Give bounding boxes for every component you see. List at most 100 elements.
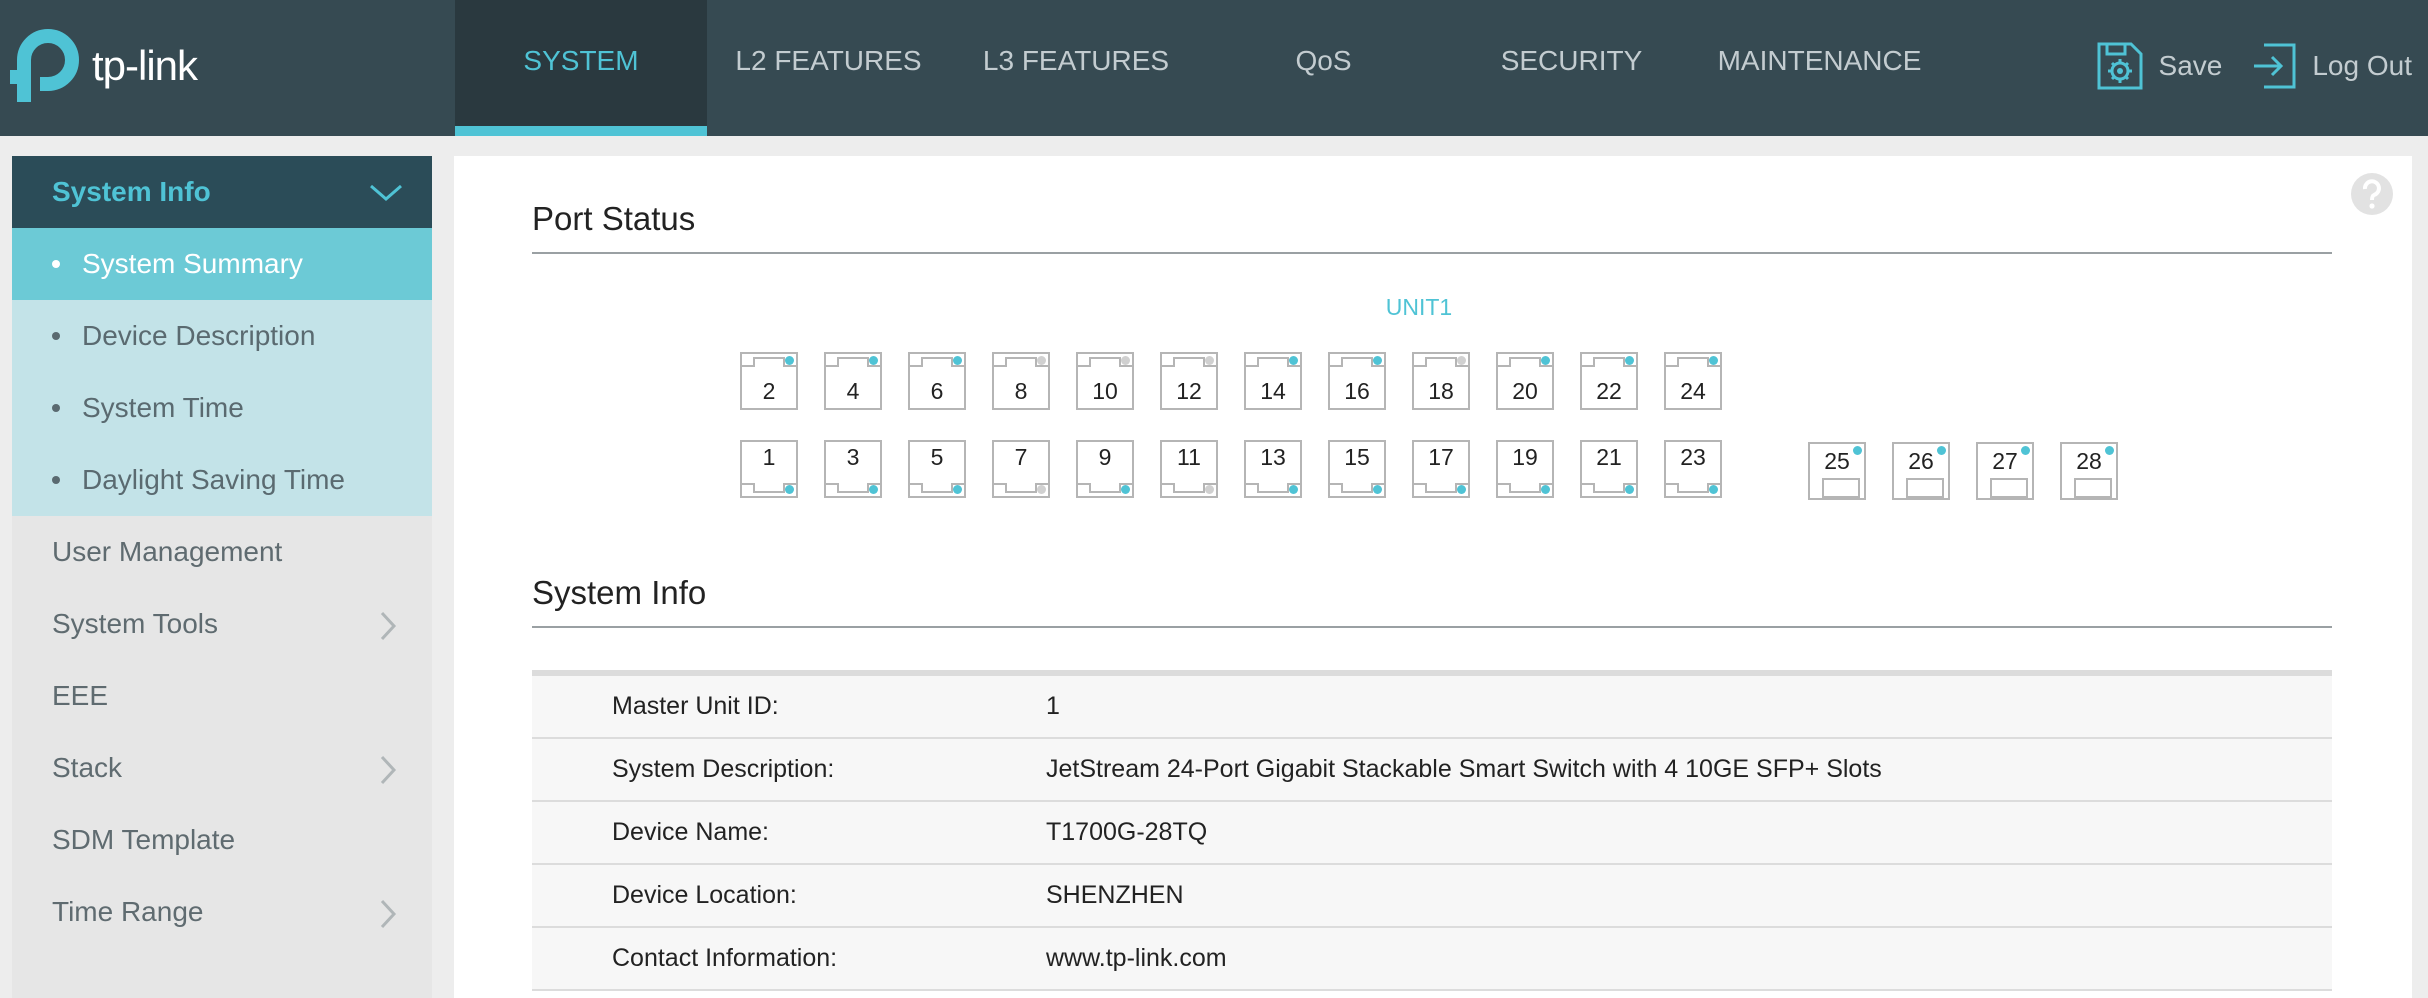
port-number: 22	[1596, 378, 1622, 404]
port-4[interactable]: 4	[824, 352, 882, 410]
sidebar-item-eee[interactable]: EEE	[12, 660, 432, 732]
sidebar-group-system-info[interactable]: System Info	[12, 156, 432, 228]
port-11[interactable]: 11	[1160, 440, 1218, 498]
port-status-led	[953, 356, 962, 365]
port-23[interactable]: 23	[1664, 440, 1722, 498]
sfp-slot-icon	[1906, 478, 1944, 498]
sidebar-item-label: Time Range	[52, 896, 204, 927]
port-16[interactable]: 16	[1328, 352, 1386, 410]
tp-link-logo[interactable]: tp-link	[10, 26, 198, 106]
port-number: 17	[1428, 444, 1454, 470]
port-6[interactable]: 6	[908, 352, 966, 410]
sfp-port-27[interactable]: 27	[1976, 442, 2034, 500]
sidebar-item-label: EEE	[52, 680, 109, 711]
port-status-led	[1457, 485, 1466, 494]
port-number: 16	[1344, 378, 1370, 404]
port-12[interactable]: 12	[1160, 352, 1218, 410]
port-number: 23	[1680, 444, 1706, 470]
sfp-port-28[interactable]: 28	[2060, 442, 2118, 500]
info-value: www.tp-link.com	[1046, 944, 1227, 972]
chevron-right-icon	[380, 899, 397, 929]
tab-maintenance[interactable]: MAINTENANCE	[1698, 0, 1941, 136]
sidebar-item-time-range[interactable]: Time Range	[12, 876, 432, 948]
port-number: 10	[1092, 378, 1118, 404]
top-actions: Save Log Out	[2095, 40, 2412, 92]
port-status-led	[1541, 485, 1550, 494]
info-value: T1700G-28TQ	[1046, 818, 1208, 846]
sidebar-item-device-description[interactable]: Device Description	[12, 300, 432, 372]
port-24[interactable]: 24	[1664, 352, 1722, 410]
sidebar-item-sdm-template[interactable]: SDM Template	[12, 804, 432, 876]
sidebar-item-label: System Summary	[82, 248, 303, 279]
sfp-slot-icon	[1990, 478, 2028, 498]
bullet-icon	[52, 476, 60, 484]
sidebar-submenu: System Summary Device Description System…	[12, 228, 432, 516]
logout-button[interactable]: Log Out	[2250, 41, 2412, 91]
port-status-led	[1853, 446, 1862, 455]
info-key: Contact Information:	[612, 944, 838, 972]
sidebar-item-system-summary[interactable]: System Summary	[12, 228, 432, 300]
port-3[interactable]: 3	[824, 440, 882, 498]
info-row-system-description: System Description: JetStream 24-Port Gi…	[532, 739, 2332, 802]
save-button[interactable]: Save	[2095, 40, 2222, 92]
chevron-right-icon	[380, 755, 397, 785]
tab-l2-features[interactable]: L2 FEATURES	[707, 0, 950, 136]
port-number: 13	[1260, 444, 1286, 470]
bullet-icon	[52, 332, 60, 340]
sidebar-item-stack[interactable]: Stack	[12, 732, 432, 804]
tab-security[interactable]: SECURITY	[1445, 0, 1698, 136]
sidebar-item-system-time[interactable]: System Time	[12, 372, 432, 444]
port-13[interactable]: 13	[1244, 440, 1302, 498]
port-status-led	[785, 485, 794, 494]
port-14[interactable]: 14	[1244, 352, 1302, 410]
port-number: 2	[762, 378, 776, 404]
sidebar-item-label: Device Description	[82, 320, 316, 351]
sidebar-item-label: Stack	[52, 752, 123, 783]
port-number: 18	[1428, 378, 1454, 404]
port-17[interactable]: 17	[1412, 440, 1470, 498]
port-22[interactable]: 22	[1580, 352, 1638, 410]
port-status-led	[1289, 356, 1298, 365]
tab-system[interactable]: SYSTEM	[455, 0, 707, 136]
port-number: 24	[1680, 378, 1706, 404]
port-8[interactable]: 8	[992, 352, 1050, 410]
sidebar-item-label: User Management	[52, 536, 283, 567]
port-9[interactable]: 9	[1076, 440, 1134, 498]
port-1[interactable]: 1	[740, 440, 798, 498]
port-status-led	[1037, 485, 1046, 494]
port-5[interactable]: 5	[908, 440, 966, 498]
port-status-led	[1625, 356, 1634, 365]
info-value: JetStream 24-Port Gigabit Stackable Smar…	[1046, 755, 1882, 783]
port-21[interactable]: 21	[1580, 440, 1638, 498]
port-18[interactable]: 18	[1412, 352, 1470, 410]
sidebar-item-system-tools[interactable]: System Tools	[12, 588, 432, 660]
port-19[interactable]: 19	[1496, 440, 1554, 498]
sfp-slot-icon	[2074, 478, 2112, 498]
top-bar: tp-link SYSTEM L2 FEATURES L3 FEATURES Q…	[0, 0, 2428, 136]
logout-icon	[2254, 43, 2296, 89]
tab-qos[interactable]: QoS	[1202, 0, 1445, 136]
sfp-port-26[interactable]: 26	[1892, 442, 1950, 500]
port-status-led	[1937, 446, 1946, 455]
main-nav: SYSTEM L2 FEATURES L3 FEATURES QoS SECUR…	[455, 0, 1941, 136]
logo-text: tp-link	[92, 42, 198, 89]
sidebar-item-user-management[interactable]: User Management	[12, 516, 432, 588]
info-value: 1	[1046, 692, 1060, 720]
sidebar-group-label: System Info	[52, 176, 211, 207]
port-status-title: Port Status	[532, 200, 2332, 254]
port-status-led	[2021, 446, 2030, 455]
port-10[interactable]: 10	[1076, 352, 1134, 410]
tab-l3-features[interactable]: L3 FEATURES	[950, 0, 1202, 136]
port-20[interactable]: 20	[1496, 352, 1554, 410]
port-status-led	[869, 356, 878, 365]
question-mark-icon[interactable]	[2350, 172, 2394, 216]
sidebar-item-daylight-saving-time[interactable]: Daylight Saving Time	[12, 444, 432, 516]
port-status-led	[1625, 485, 1634, 494]
sfp-port-25[interactable]: 25	[1808, 442, 1866, 500]
port-15[interactable]: 15	[1328, 440, 1386, 498]
port-7[interactable]: 7	[992, 440, 1050, 498]
port-status-led	[1205, 356, 1214, 365]
sidebar-item-label: System Time	[82, 392, 244, 423]
port-2[interactable]: 2	[740, 352, 798, 410]
port-status-led	[1457, 356, 1466, 365]
